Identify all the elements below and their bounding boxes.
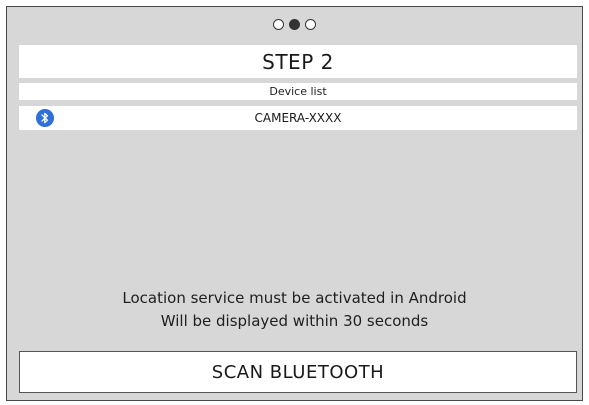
location-service-notice: Location service must be activated in An… — [122, 289, 467, 307]
pairing-screen: STEP 2 Device list CAMERA-XXXX Location … — [6, 6, 583, 401]
bluetooth-icon — [36, 109, 54, 127]
page-dot — [305, 19, 316, 30]
page-dot — [273, 19, 284, 30]
page-indicator — [7, 19, 582, 30]
device-name: CAMERA-XXXX — [254, 111, 342, 125]
device-list-header: Device list — [19, 83, 577, 100]
page-dot-active — [289, 19, 300, 30]
info-text: Location service must be activated in An… — [7, 287, 582, 333]
display-timing-notice: Will be displayed within 30 seconds — [160, 312, 429, 330]
step-title: STEP 2 — [19, 45, 577, 78]
device-list-item[interactable]: CAMERA-XXXX — [19, 106, 577, 130]
scan-bluetooth-button[interactable]: SCAN BLUETOOTH — [19, 351, 577, 393]
